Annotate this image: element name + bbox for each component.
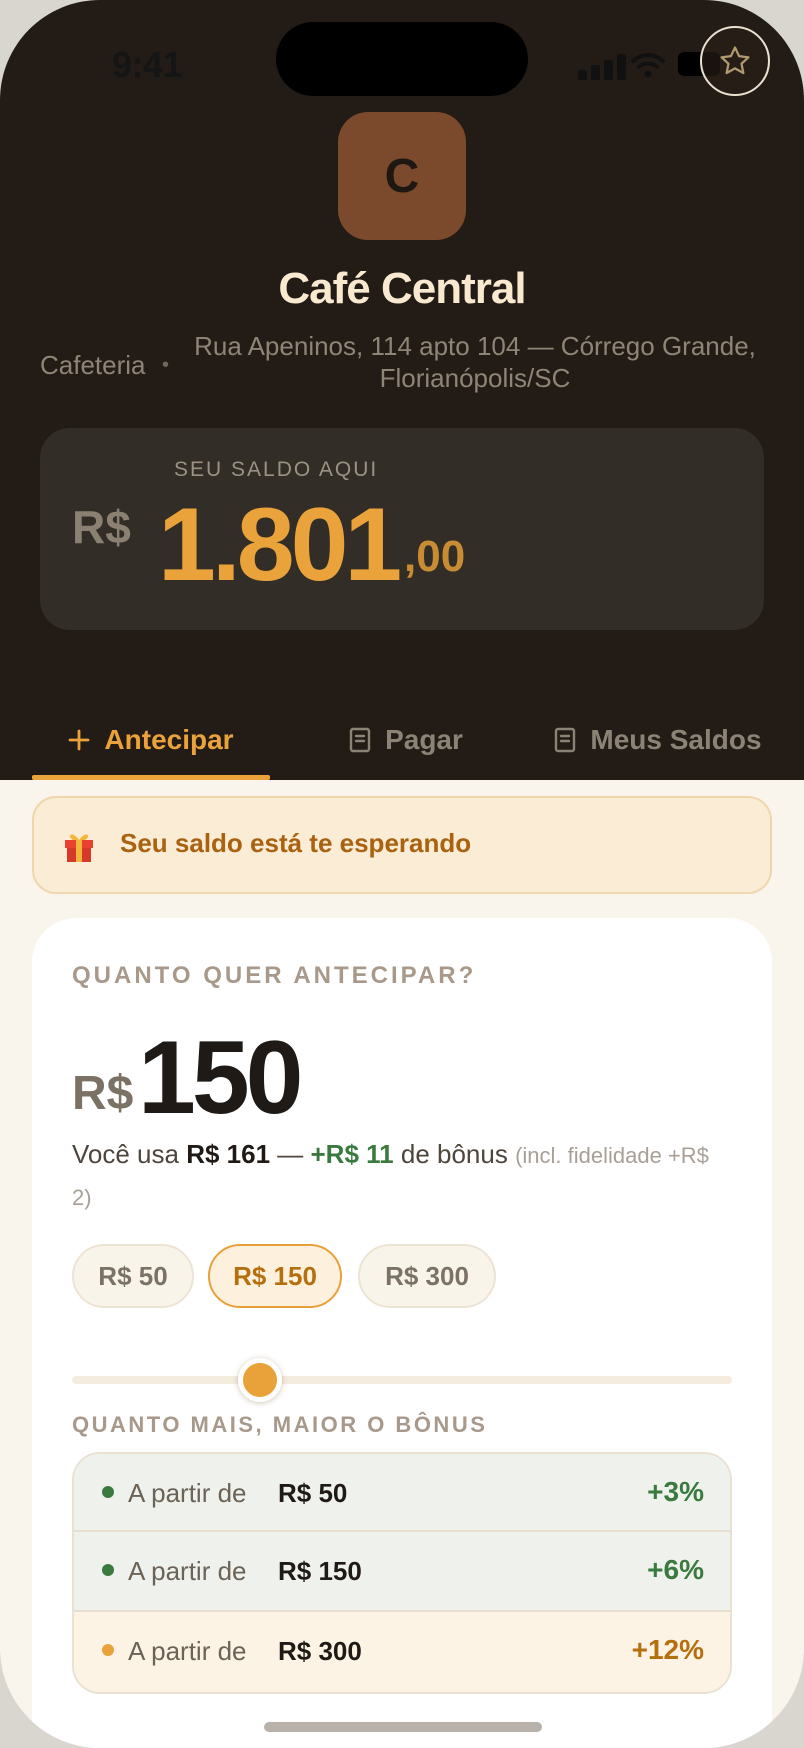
plus-icon (68, 729, 90, 751)
tab-bar: Antecipar Pagar Meus Saldos (0, 700, 804, 780)
advance-question: QUANTO QUER ANTECIPAR? (72, 962, 477, 989)
receipt-icon (554, 727, 576, 753)
tier-amount: R$ 300 (278, 1636, 362, 1666)
tiers-title: QUANTO MAIS, MAIOR O BÔNUS (72, 1412, 488, 1437)
balance-cents: ,00 (404, 532, 466, 581)
desc-bonus-suffix: de bônus (393, 1139, 516, 1169)
store-logo: C (338, 112, 466, 240)
tab-antecipar[interactable]: Antecipar (32, 700, 270, 780)
slider-track[interactable] (72, 1376, 732, 1384)
balance-currency: R$ (72, 501, 131, 553)
cellular-signal-icon (578, 54, 634, 80)
store-name: Café Central (278, 264, 526, 313)
meta-separator: • (162, 354, 170, 376)
tier-row: A partir de R$ 150 +6% (74, 1532, 730, 1612)
chip-label: R$ 300 (385, 1260, 469, 1291)
advance-description: Você usa R$ 161 — +R$ 11 de bônus (incl.… (72, 1134, 712, 1218)
chip-label: R$ 50 (98, 1260, 168, 1291)
desc-used-amount: R$ 161 (186, 1139, 271, 1169)
tier-prefix: A partir de (128, 1556, 247, 1586)
home-indicator[interactable] (264, 1722, 542, 1732)
desc-bonus-amount: +R$ 11 (310, 1139, 394, 1169)
tier-row: A partir de R$ 300 +12% (74, 1612, 730, 1692)
banner-text: Seu saldo está te esperando (120, 828, 472, 858)
balance-card: SEU SALDO AQUI R$ 1.801 ,00 (40, 428, 764, 630)
tier-dot (102, 1564, 114, 1576)
store-address: Rua Apeninos, 114 apto 104 — Córrego Gra… (194, 331, 756, 393)
bonus-tiers: A partir de R$ 50 +3% A partir de R$ 150… (72, 1452, 732, 1694)
store-category: Cafeteria (40, 350, 146, 380)
store-meta: Cafeteria • Rua Apeninos, 114 apto 104 —… (40, 330, 770, 400)
active-tab-indicator (32, 775, 270, 780)
amount-chips: R$ 50 R$ 150 R$ 300 (72, 1244, 732, 1310)
tier-prefix: A partir de (128, 1478, 247, 1508)
tab-meus-saldos[interactable]: Meus Saldos (530, 700, 786, 780)
tier-bonus: +3% (647, 1476, 704, 1507)
tier-dot (102, 1644, 114, 1656)
amount-currency: R$ (72, 1067, 134, 1120)
chip-300[interactable]: R$ 300 (358, 1244, 496, 1308)
chip-label: R$ 150 (233, 1260, 317, 1291)
chip-150[interactable]: R$ 150 (208, 1244, 342, 1308)
tier-bonus: +6% (647, 1554, 704, 1585)
tab-label: Antecipar (104, 724, 234, 755)
tab-label: Pagar (385, 724, 463, 755)
advance-card: QUANTO QUER ANTECIPAR? R$ 150 Você usa R… (32, 918, 772, 1748)
balance-amount: 1.801 (158, 487, 402, 603)
store-header: 9:41 C Café Central Cafeteria • Rua Apen… (0, 0, 804, 780)
advance-amount: 150 (138, 1020, 304, 1136)
star-icon (720, 46, 750, 75)
chip-50[interactable]: R$ 50 (72, 1244, 194, 1308)
dynamic-island (276, 22, 528, 96)
tier-dot (102, 1486, 114, 1498)
status-time: 9:41 (112, 44, 183, 85)
tier-bonus: +12% (631, 1634, 704, 1665)
desc-dash: — (270, 1139, 311, 1169)
promo-banner[interactable]: Seu saldo está te esperando (32, 796, 772, 894)
receipt-icon (349, 727, 371, 753)
favorite-button[interactable] (700, 26, 770, 96)
tab-pagar[interactable]: Pagar (316, 700, 496, 780)
tier-amount: R$ 150 (278, 1556, 362, 1586)
tab-label: Meus Saldos (590, 724, 762, 755)
slider-thumb[interactable] (238, 1358, 282, 1402)
amount-slider[interactable] (72, 1358, 732, 1402)
tier-prefix: A partir de (128, 1636, 247, 1666)
phone-screen: 9:41 C Café Central Cafeteria • Rua Apen… (0, 0, 804, 1748)
balance-label: SEU SALDO AQUI (174, 458, 379, 481)
store-logo-letter: C (384, 149, 420, 203)
tier-amount: R$ 50 (278, 1478, 348, 1508)
gift-icon (65, 834, 93, 862)
wifi-icon (631, 53, 665, 78)
desc-prefix: Você usa (72, 1139, 187, 1169)
tier-row: A partir de R$ 50 +3% (74, 1454, 730, 1532)
